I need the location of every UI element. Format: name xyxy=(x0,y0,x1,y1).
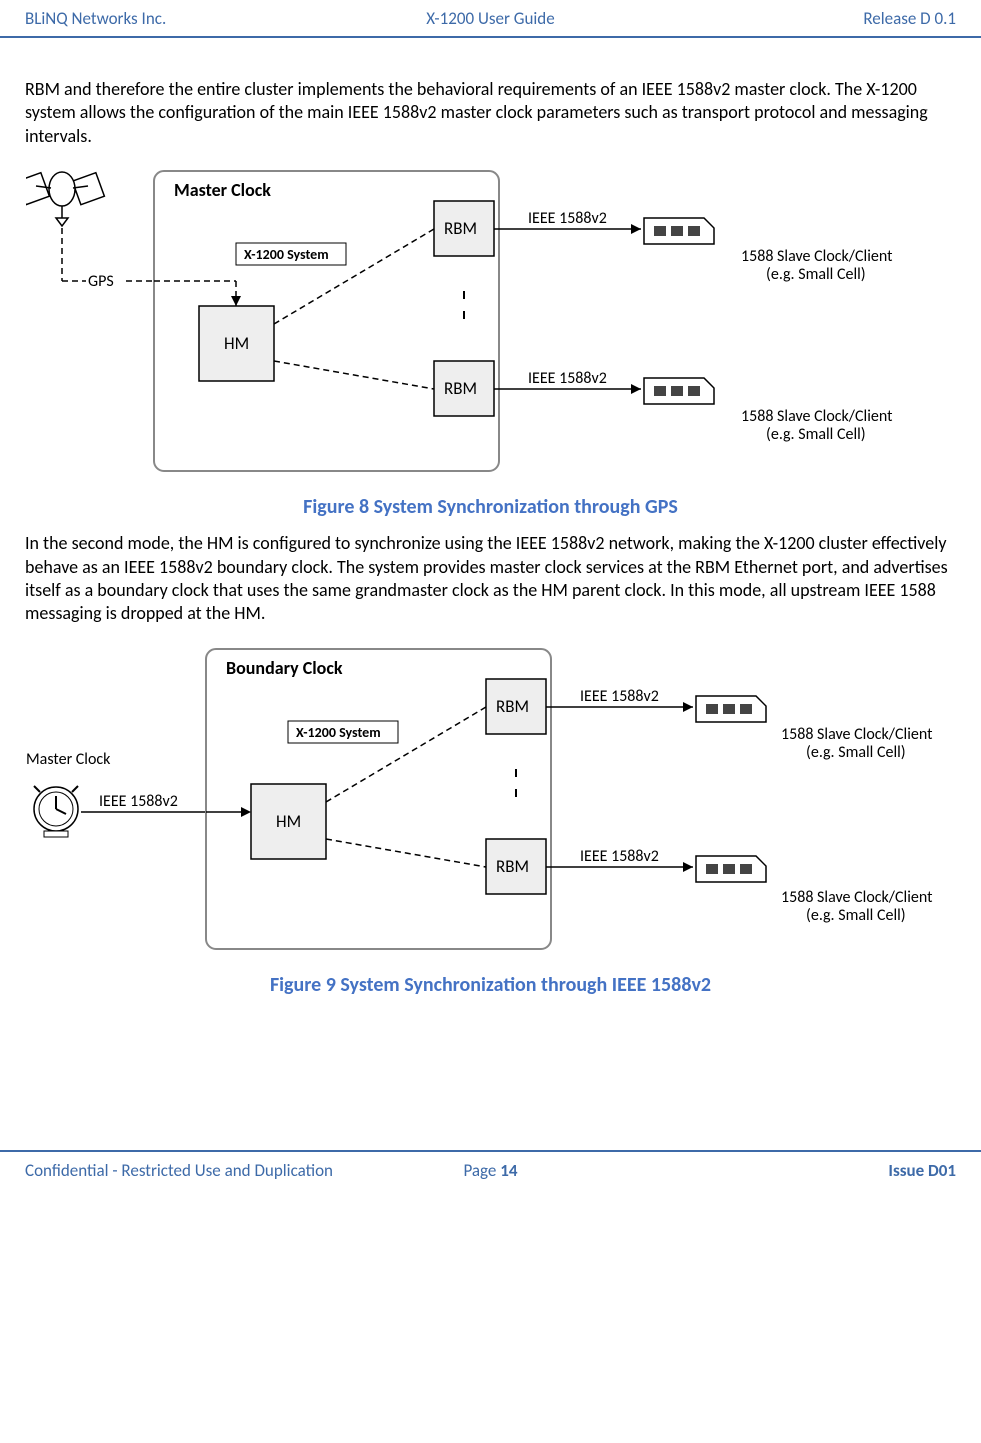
slave-label-2a: 1588 Slave Clock/Client xyxy=(741,407,893,426)
boundary-clock-title: Boundary Clock xyxy=(226,657,343,679)
figure-9-caption: Figure 9 System Synchronization through … xyxy=(25,972,956,998)
system-label-2: X-1200 System xyxy=(296,724,381,741)
figure-8: GPS Master Clock X-1200 System HM RBM RB… xyxy=(25,156,956,520)
ieee-label-1: IEEE 1588v2 xyxy=(528,209,607,228)
clock-icon xyxy=(34,786,78,837)
page-footer: Confidential - Restricted Use and Duplic… xyxy=(0,1150,981,1200)
ieee-label-in: IEEE 1588v2 xyxy=(99,792,178,811)
paragraph-2: In the second mode, the HM is configured… xyxy=(25,532,956,626)
small-cell-icon-3 xyxy=(696,696,766,722)
rbm-label-2b: RBM xyxy=(496,856,529,877)
slave-label-2b: (e.g. Small Cell) xyxy=(766,425,866,444)
footer-left: Confidential - Restricted Use and Duplic… xyxy=(25,1160,335,1182)
hm-label-2: HM xyxy=(276,811,301,832)
slave-label-1a: 1588 Slave Clock/Client xyxy=(741,247,893,266)
slave-label-4b: (e.g. Small Cell) xyxy=(806,906,906,925)
ieee-label-2a: IEEE 1588v2 xyxy=(580,687,659,706)
page-header: BLiNQ Networks Inc. X-1200 User Guide Re… xyxy=(0,0,981,38)
slave-label-3b: (e.g. Small Cell) xyxy=(806,743,906,762)
page-content: RBM and therefore the entire cluster imp… xyxy=(0,38,981,1030)
master-clock-label: Master Clock xyxy=(26,750,111,769)
paragraph-1: RBM and therefore the entire cluster imp… xyxy=(25,78,956,148)
rbm-label-1: RBM xyxy=(444,218,477,239)
header-center: X-1200 User Guide xyxy=(335,8,645,30)
ieee-label-2: IEEE 1588v2 xyxy=(528,369,607,388)
header-right: Release D 0.1 xyxy=(646,8,956,30)
header-left: BLiNQ Networks Inc. xyxy=(25,8,335,30)
footer-center: Page 14 xyxy=(335,1160,645,1182)
ieee-label-2b: IEEE 1588v2 xyxy=(580,847,659,866)
figure-9: Master Clock IEEE 1588v2 Boundary Clock … xyxy=(25,634,956,998)
figure-8-svg: GPS Master Clock X-1200 System HM RBM RB… xyxy=(26,156,956,486)
footer-right: Issue D01 xyxy=(646,1160,956,1182)
gps-label: GPS xyxy=(88,272,114,291)
gps-satellite-icon xyxy=(26,172,104,226)
small-cell-icon-1 xyxy=(644,218,714,244)
system-label-1: X-1200 System xyxy=(244,246,329,263)
small-cell-icon-4 xyxy=(696,856,766,882)
figure-8-caption: Figure 8 System Synchronization through … xyxy=(25,494,956,520)
rbm-label-2a: RBM xyxy=(496,696,529,717)
hm-label: HM xyxy=(224,333,249,354)
slave-label-1b: (e.g. Small Cell) xyxy=(766,265,866,284)
rbm-label-2: RBM xyxy=(444,378,477,399)
small-cell-icon-2 xyxy=(644,378,714,404)
master-clock-title: Master Clock xyxy=(174,179,271,201)
slave-label-3a: 1588 Slave Clock/Client xyxy=(781,725,933,744)
figure-9-svg: Master Clock IEEE 1588v2 Boundary Clock … xyxy=(26,634,956,964)
slave-label-4a: 1588 Slave Clock/Client xyxy=(781,888,933,907)
